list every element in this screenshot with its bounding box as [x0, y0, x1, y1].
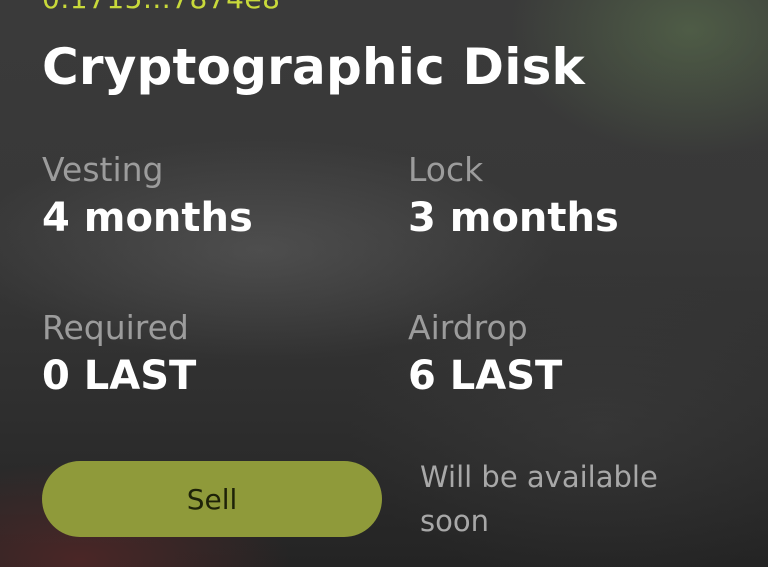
- availability-note: Will be available soon: [420, 460, 658, 538]
- sell-button[interactable]: Sell: [42, 461, 382, 537]
- stat-value: 0 LAST: [42, 353, 197, 399]
- stat-label: Airdrop: [408, 308, 528, 347]
- stat-value: 4 months: [42, 195, 253, 241]
- stat-vesting: Vesting 4 months: [42, 150, 253, 244]
- stat-value: 6 LAST: [408, 353, 563, 399]
- stat-airdrop: Airdrop 6 LAST: [408, 308, 562, 402]
- token-address: 0.1715...7874e8: [42, 0, 280, 15]
- stat-value: 3 months: [408, 195, 619, 241]
- token-title: Cryptographic Disk: [42, 38, 586, 96]
- token-card: 0.1715...7874e8 Cryptographic Disk Vesti…: [0, 0, 768, 567]
- stat-required: Required 0 LAST: [42, 308, 196, 402]
- stat-label: Lock: [408, 150, 484, 189]
- stat-label: Required: [42, 308, 189, 347]
- stat-lock: Lock 3 months: [408, 150, 619, 244]
- stat-label: Vesting: [42, 150, 164, 189]
